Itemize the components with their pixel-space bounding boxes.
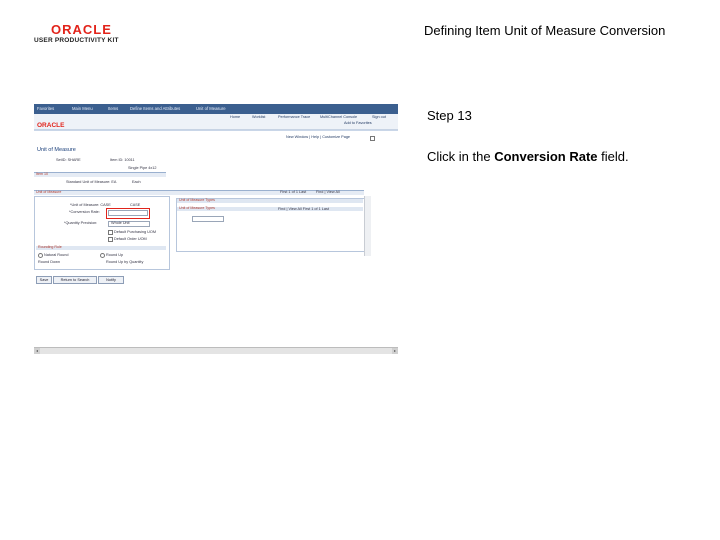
default-order-label: Default Order UOM <box>114 237 147 241</box>
rounding-section-title: Rounding Rule <box>38 245 62 249</box>
quantity-precision-value: Whole Unit <box>111 221 130 225</box>
oracle-app-logo: ORACLE <box>37 122 65 129</box>
item-section-bar: Item 10 <box>34 172 166 177</box>
uom-types-header-bar: Unit of Measure Types <box>177 206 363 211</box>
item-section-title: Item 10 <box>36 172 48 176</box>
uom-types-pager[interactable]: Find | View All First 1 of 1 Last <box>278 207 329 211</box>
oracle-brand-text: ORACLE <box>51 22 112 37</box>
link-customize-page[interactable]: Customize Page <box>322 135 350 139</box>
nav-link-items[interactable]: Items <box>108 106 118 111</box>
step-instruction: Click in the Conversion Rate field. <box>427 149 629 164</box>
rounding-section-bar: Rounding Rule <box>36 245 166 250</box>
return-to-search-button[interactable]: Return to Search <box>53 276 97 284</box>
tab-home[interactable]: Home <box>230 115 240 119</box>
tab-performance-trace[interactable]: Performance Trace <box>278 115 310 119</box>
upk-product-text: USER PRODUCTIVITY KIT <box>34 37 119 44</box>
setid-label: SetID: SHARE <box>56 158 81 162</box>
natural-round-label: Natural Round <box>44 253 69 257</box>
save-button[interactable]: Save <box>36 276 52 284</box>
uom-types-vertical-scroll[interactable] <box>364 196 371 256</box>
nav-link-unit-of-measure[interactable]: Unit of Measure <box>196 106 226 111</box>
uom-types-title: Unit of Measure Types <box>179 198 215 202</box>
uom-pager[interactable]: First 1 of 1 Last <box>280 190 306 194</box>
each-label: Each <box>132 180 141 184</box>
tab-add-to-favorites[interactable]: Add to Favorites <box>344 121 372 125</box>
page-link-icon[interactable] <box>370 136 375 141</box>
unit-of-measure-value: CASE <box>130 203 141 207</box>
instruction-prefix: Click in the <box>427 149 495 164</box>
quantity-precision-label: *Quantity Precision: <box>64 221 98 225</box>
round-down-label: Round Down <box>38 260 60 264</box>
default-purchasing-checkbox[interactable] <box>108 230 113 235</box>
application-screenshot: Favorites Main Menu Items Define Items a… <box>34 104 398 354</box>
page-title: Unit of Measure <box>37 147 76 153</box>
default-order-checkbox[interactable] <box>108 237 113 242</box>
uom-find[interactable]: Find | View All <box>316 190 340 194</box>
default-purchasing-label: Default Purchasing UOM <box>114 230 156 234</box>
link-help[interactable]: Help <box>311 135 319 139</box>
step-label: Step 13 <box>427 108 472 123</box>
uom-types-title-bar: Unit of Measure Types <box>177 198 363 203</box>
oracle-upk-logo: ORACLE USER PRODUCTIVITY KIT <box>34 22 126 48</box>
tab-sign-out[interactable]: Sign out <box>372 115 386 119</box>
header-divider <box>34 130 398 131</box>
page-links: New Window | Help | Customize Page <box>286 135 351 139</box>
unit-of-measure-label: *Unit of Measure: CASE <box>70 203 111 207</box>
scroll-left-icon[interactable]: ◂ <box>34 348 40 354</box>
uom-type-select[interactable] <box>192 216 224 222</box>
scroll-right-icon[interactable]: ▸ <box>392 348 398 354</box>
item-description: Single Pipe 4x12 <box>128 166 157 170</box>
uom-section-bar: Unit of Measure <box>34 190 364 195</box>
conversion-rate-highlight <box>106 208 150 219</box>
uom-types-header: Unit of Measure Types <box>179 206 215 210</box>
standard-uom-label: Standard Unit of Measure: EA <box>66 180 117 184</box>
tab-multichannel-console[interactable]: MultiChannel Console <box>320 115 357 119</box>
natural-round-radio[interactable] <box>38 253 43 258</box>
round-up-label: Round Up <box>106 253 124 257</box>
horizontal-scrollbar[interactable]: ◂ ▸ <box>34 347 398 354</box>
link-new-window[interactable]: New Window <box>286 135 308 139</box>
item-id-label: Item ID: 10011 <box>110 158 135 162</box>
uom-section-title: Unit of Measure <box>36 190 62 194</box>
nav-link-define-items[interactable]: Define Items and Attributes <box>130 106 180 111</box>
tab-worklist[interactable]: Worklist <box>252 115 265 119</box>
round-up-radio[interactable] <box>100 253 105 258</box>
instruction-field-name: Conversion Rate <box>494 149 598 164</box>
round-up-by-quantity-label: Round Up by Quantity <box>106 260 144 264</box>
conversion-rate-label: *Conversion Rate: <box>69 210 100 214</box>
quantity-precision-select[interactable]: Whole Unit <box>108 221 150 227</box>
nav-link-main-menu[interactable]: Main Menu <box>72 106 93 111</box>
top-nav-bar: Favorites Main Menu Items Define Items a… <box>34 104 398 114</box>
instruction-suffix: field. <box>597 149 629 164</box>
document-title: Defining Item Unit of Measure Conversion <box>424 23 666 38</box>
notify-button[interactable]: Notify <box>98 276 124 284</box>
nav-link-favorites[interactable]: Favorites <box>37 106 54 111</box>
